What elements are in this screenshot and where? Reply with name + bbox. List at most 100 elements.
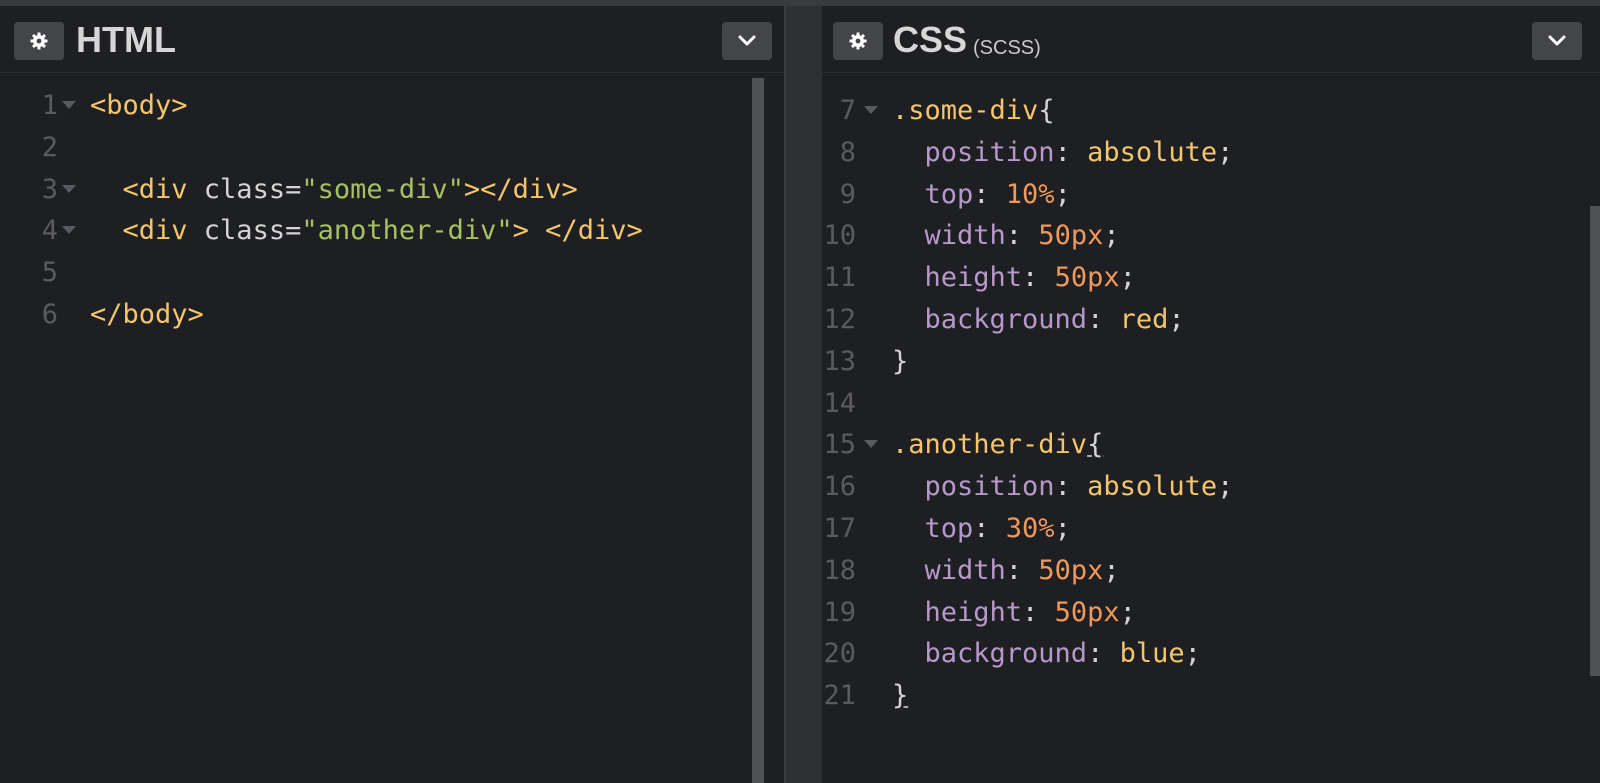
line-number: 14 [823, 387, 856, 419]
code-token: </body> [90, 299, 204, 330]
line-number: 1 [41, 90, 58, 121]
gear-icon [849, 32, 867, 50]
code-text: position: absolute; [892, 132, 1234, 174]
line-number: 7 [839, 95, 856, 126]
html-editor-panel: HTML 1 <body> 2 3 <div class="some-div"></d… [0, 6, 784, 783]
code-line[interactable]: 1 <body> [0, 85, 784, 127]
code-line[interactable]: 8 position: absolute; [822, 132, 1600, 174]
css-settings-button[interactable] [833, 22, 883, 60]
code-line[interactable]: 10 width: 50px; [822, 215, 1600, 257]
code-token: 10% [1005, 178, 1055, 210]
code-token: height [892, 262, 1023, 294]
code-text: .another-div{ [892, 424, 1103, 466]
code-line[interactable]: 14 [822, 383, 1600, 425]
code-text: </body> [90, 294, 204, 336]
css-preprocessor-label: (SCSS) [973, 37, 1041, 59]
code-text: <div class="another-div"> </div> [90, 210, 643, 252]
code-token: "some-div" [301, 173, 464, 205]
code-token: .some-div [892, 95, 1039, 126]
code-token: blue [1119, 638, 1185, 670]
css-collapse-button[interactable] [1532, 22, 1582, 60]
code-line[interactable]: 4 <div class="another-div"> </div> [0, 210, 784, 252]
code-token: : [1087, 638, 1120, 670]
html-collapse-button[interactable] [722, 22, 772, 60]
code-line[interactable]: 21} [822, 675, 1600, 717]
code-editor-app: HTML 1 <body> 2 3 <div class="some-div"></d… [0, 0, 1600, 783]
code-line[interactable]: 3 <div class="some-div"></div> [0, 169, 784, 211]
code-line[interactable]: 20 background: blue; [822, 633, 1600, 675]
code-token: ; [1119, 262, 1136, 294]
html-scrollbar[interactable] [752, 78, 764, 783]
code-token: 30% [1005, 513, 1055, 544]
code-token: : [1022, 262, 1055, 294]
code-token: top [892, 178, 974, 210]
code-line[interactable]: 18 width: 50px; [822, 550, 1600, 592]
code-token: } [892, 345, 909, 377]
line-number: 9 [839, 178, 856, 210]
code-token: background [892, 638, 1088, 670]
code-token: absolute [1087, 471, 1218, 503]
line-number: 12 [823, 304, 856, 335]
line-number: 11 [823, 262, 856, 294]
code-token: top [892, 513, 974, 544]
code-token: 50px [1038, 220, 1104, 252]
code-text: height: 50px; [892, 592, 1136, 634]
line-number: 6 [41, 299, 58, 330]
fold-arrow-icon[interactable] [864, 440, 878, 449]
code-line[interactable]: 16 position: absolute; [822, 466, 1600, 508]
code-token: class= [203, 173, 302, 205]
code-token: ; [1168, 304, 1185, 335]
fold-arrow-icon[interactable] [864, 106, 878, 114]
code-token: ; [1119, 596, 1136, 628]
html-panel-title: HTML [76, 19, 176, 60]
fold-arrow-icon[interactable] [62, 101, 76, 109]
code-text: background: red; [892, 299, 1185, 341]
code-token: : [1087, 304, 1120, 335]
code-text: .some-div{ [892, 90, 1055, 132]
code-token: <div [90, 215, 204, 247]
chevron-down-icon [738, 35, 756, 46]
code-line[interactable]: 5 [0, 252, 784, 294]
css-scrollbar-thumb[interactable] [1590, 206, 1600, 676]
code-token: position [892, 471, 1055, 503]
css-code-editor[interactable]: 7 .some-div{8 position: absolute; 9 top: 1… [822, 73, 1600, 783]
code-token: { [1087, 429, 1104, 461]
code-line[interactable]: 9 top: 10%; [822, 174, 1600, 216]
line-number: 5 [41, 257, 58, 289]
line-number: 19 [823, 596, 856, 628]
code-token: absolute [1087, 136, 1218, 168]
code-token: : [1005, 554, 1039, 586]
code-token: : [973, 513, 1006, 544]
html-settings-button[interactable] [14, 22, 64, 60]
panel-divider [784, 6, 786, 783]
code-token: position [892, 136, 1055, 168]
line-number: 15 [823, 429, 856, 461]
code-line[interactable]: 2 [0, 127, 784, 169]
code-token: "another-div" [301, 215, 513, 247]
code-text: position: absolute; [892, 466, 1234, 508]
code-token: .another-div [892, 429, 1088, 461]
html-code-editor[interactable]: 1 <body> 2 3 <div class="some-div"></div> 4 … [0, 73, 784, 783]
code-line[interactable]: 13} [822, 341, 1600, 383]
code-line[interactable]: 6 </body> [0, 294, 784, 336]
fold-arrow-icon[interactable] [62, 226, 76, 235]
code-token: : [973, 178, 1006, 210]
code-line[interactable]: 19 height: 50px; [822, 592, 1600, 634]
code-line[interactable]: 15 .another-div{ [822, 424, 1600, 466]
panel-resize-handle[interactable] [784, 6, 822, 783]
code-line[interactable]: 17 top: 30%; [822, 508, 1600, 550]
code-token: height [892, 596, 1023, 628]
code-line[interactable]: 7 .some-div{ [822, 90, 1600, 132]
line-number: 20 [823, 638, 856, 670]
code-text: width: 50px; [892, 550, 1120, 592]
code-token: class= [203, 215, 302, 247]
code-token: } [892, 680, 909, 712]
code-token: ; [1103, 220, 1120, 252]
code-token: ; [1217, 136, 1234, 168]
line-number: 13 [823, 345, 856, 377]
code-token: > </div> [512, 215, 643, 247]
code-token: <body> [90, 90, 188, 121]
fold-arrow-icon[interactable] [62, 184, 76, 193]
code-line[interactable]: 11 height: 50px; [822, 257, 1600, 299]
code-line[interactable]: 12 background: red; [822, 299, 1600, 341]
